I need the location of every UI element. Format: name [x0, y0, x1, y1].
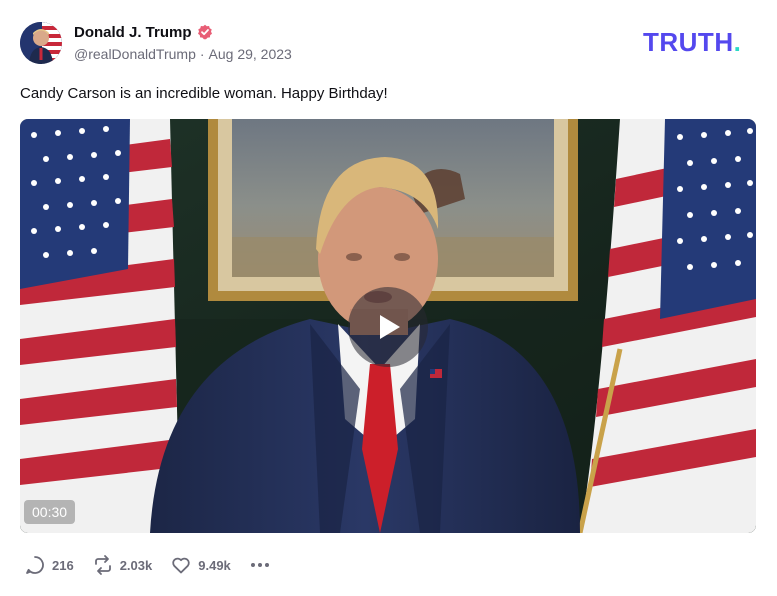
play-button[interactable]	[348, 287, 428, 367]
truth-logo-text: TRUTH	[643, 27, 734, 57]
reply-count: 216	[52, 557, 74, 573]
play-icon	[380, 315, 400, 339]
retruth-count: 2.03k	[119, 557, 153, 573]
truth-post: Donald J. Trump @realDonaldTrump · Aug 2…	[0, 0, 777, 596]
verified-badge-icon	[197, 24, 213, 40]
like-count: 9.49k	[198, 557, 231, 573]
author-meta-row: @realDonaldTrump · Aug 29, 2023	[74, 46, 292, 62]
action-bar: 216 2.03k 9.49k	[24, 553, 289, 577]
like-button[interactable]: 9.49k	[170, 554, 231, 576]
heart-icon	[172, 557, 190, 574]
more-icon	[250, 563, 269, 567]
retruth-button[interactable]: 2.03k	[92, 554, 153, 576]
video-duration: 00:30	[24, 500, 76, 524]
video-player[interactable]: 00:30	[20, 119, 756, 533]
meta-separator: ·	[199, 46, 205, 62]
reply-button[interactable]: 216	[24, 554, 74, 576]
reply-icon	[26, 556, 44, 574]
avatar[interactable]	[20, 22, 62, 64]
author-name-row: Donald J. Trump	[74, 22, 213, 42]
author-handle[interactable]: @realDonaldTrump	[74, 46, 196, 62]
retruth-icon	[94, 555, 111, 575]
post-text: Candy Carson is an incredible woman. Hap…	[20, 85, 388, 102]
post-date[interactable]: Aug 29, 2023	[209, 46, 292, 62]
author-display-name[interactable]: Donald J. Trump	[74, 24, 192, 41]
truth-logo-dot: .	[733, 27, 742, 57]
more-button[interactable]	[249, 554, 271, 576]
truth-logo[interactable]: TRUTH.	[643, 28, 741, 56]
